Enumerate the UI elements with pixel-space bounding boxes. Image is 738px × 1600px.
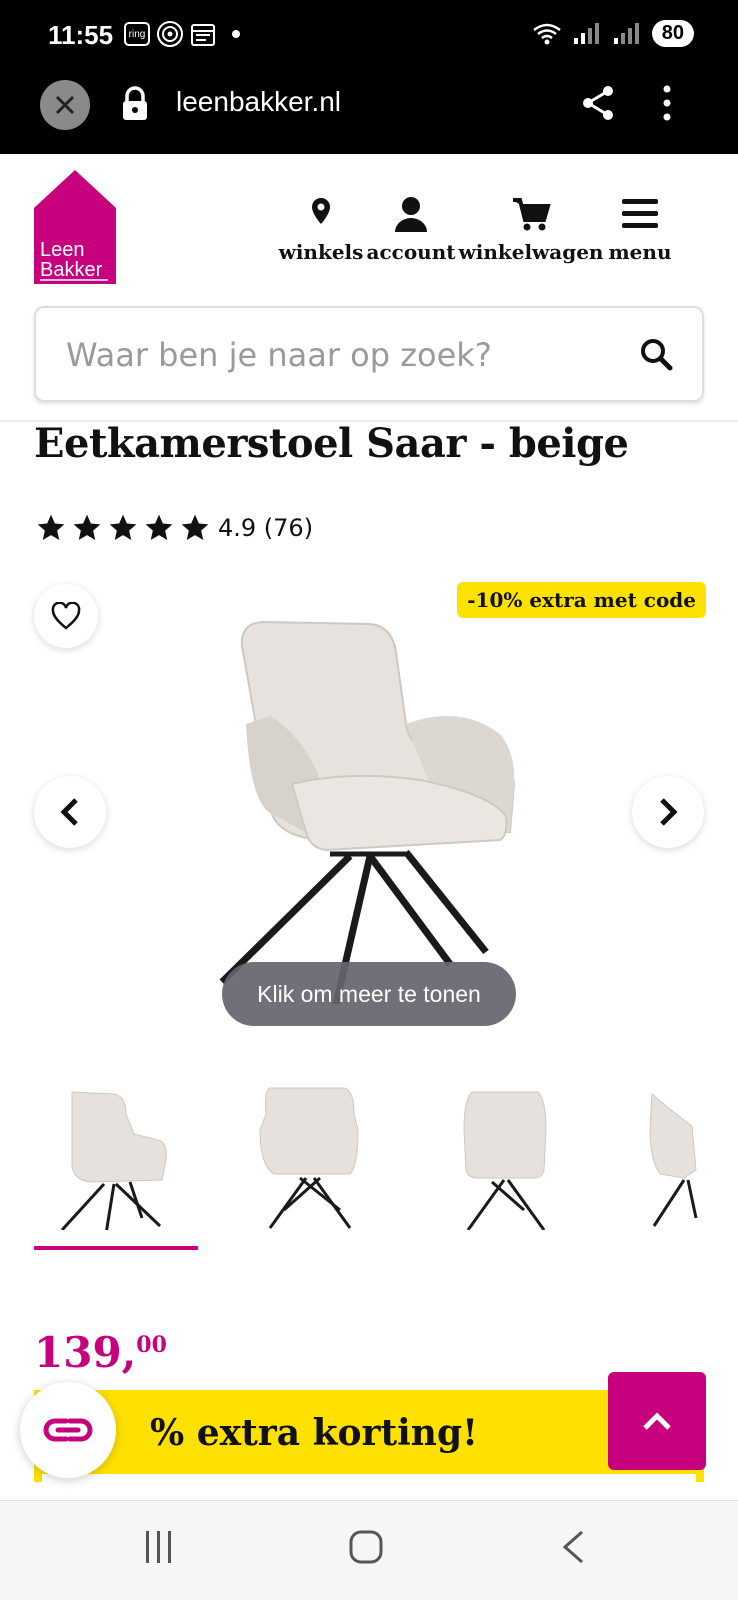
notification-icons: ring — [124, 20, 240, 48]
menu-icon — [622, 199, 658, 228]
search-box — [34, 306, 704, 402]
gallery-next-button[interactable] — [632, 776, 704, 848]
nav-menu-label: menu — [608, 240, 672, 264]
close-tab-button[interactable] — [40, 80, 90, 130]
discount-banner[interactable]: % extra korting! — [34, 1390, 704, 1484]
notification-dot — [232, 30, 240, 38]
clock: 11:55 — [48, 20, 114, 50]
thumbnail-strip — [34, 1070, 704, 1250]
user-icon — [395, 197, 427, 232]
thumbnail-2[interactable] — [230, 1070, 390, 1250]
more-vert-icon[interactable] — [662, 84, 672, 122]
price-main: 139, — [34, 1328, 137, 1377]
wifi-icon — [532, 23, 561, 44]
ring-app-icon: ring — [124, 22, 150, 46]
heart-icon — [51, 602, 81, 630]
thumbnail-image — [259, 1087, 359, 1229]
discount-banner-inner — [42, 1474, 696, 1484]
header-nav: winkels account winkelwagen menu — [278, 194, 672, 264]
home-icon[interactable] — [348, 1529, 384, 1565]
nav-account[interactable]: account — [366, 194, 456, 264]
product-gallery[interactable]: -10% extra met code Klik om meer te tone… — [0, 574, 738, 1044]
recent-apps-icon[interactable] — [144, 1529, 174, 1565]
thumbnail-1[interactable] — [34, 1070, 198, 1250]
nav-stores-label: winkels — [278, 240, 364, 264]
system-nav-bar — [0, 1500, 738, 1600]
price-cents: 00 — [136, 1332, 167, 1358]
favorite-button[interactable] — [34, 584, 98, 648]
star-icon — [181, 514, 209, 540]
calendar-icon — [191, 24, 215, 46]
star-icon — [73, 514, 101, 540]
battery-indicator: 80 — [651, 20, 694, 47]
nav-menu[interactable]: menu — [608, 194, 672, 264]
nav-cart-label: winkelwagen — [458, 240, 604, 264]
thumbnail-3[interactable] — [426, 1070, 586, 1250]
product-title: Eetkamerstoel Saar - beige — [34, 420, 629, 467]
fingerprint-icon — [157, 21, 183, 47]
star-icon — [145, 514, 173, 540]
search-input[interactable] — [66, 330, 626, 380]
show-more-button[interactable]: Klik om meer te tonen — [222, 962, 516, 1026]
chevron-left-icon — [60, 798, 78, 826]
url-field[interactable]: leenbakker.nl — [176, 86, 341, 118]
chat-widget-button[interactable] — [20, 1382, 116, 1478]
status-bar: 11:55 ring 80 — [0, 0, 738, 72]
close-icon — [55, 95, 75, 115]
thumbnail-4[interactable] — [640, 1070, 704, 1250]
product-rating[interactable]: 4.9 (76) — [34, 512, 313, 544]
back-icon[interactable] — [560, 1529, 586, 1565]
lock-icon — [123, 86, 147, 120]
thumbnail-image — [60, 1091, 167, 1235]
star-icon — [37, 514, 65, 540]
logo-text-bakker: Bakker — [40, 259, 103, 281]
chevron-right-icon — [660, 798, 678, 826]
signal-icon-2 — [613, 22, 639, 44]
site-header: Leen Bakker winkels account winkelwagen … — [0, 154, 738, 416]
nav-stores[interactable]: winkels — [278, 194, 364, 264]
scroll-to-top-button[interactable] — [608, 1372, 706, 1470]
rating-value: 4.9 (76) — [218, 514, 314, 542]
nav-cart[interactable]: winkelwagen — [459, 194, 603, 264]
thumbnail-image — [649, 1092, 698, 1227]
search-icon[interactable] — [638, 336, 674, 372]
logo-text-leen: Leen — [40, 239, 85, 261]
gallery-prev-button[interactable] — [34, 776, 106, 848]
link-icon — [43, 1418, 93, 1442]
leen-bakker-logo[interactable]: Leen Bakker — [32, 168, 118, 288]
rating-stars — [34, 512, 212, 544]
thumbnail-image — [463, 1091, 547, 1231]
star-icon — [109, 514, 137, 540]
browser-toolbar: leenbakker.nl — [0, 72, 738, 154]
discount-banner-text: % extra korting! — [150, 1412, 478, 1454]
cart-icon — [513, 198, 551, 231]
nav-account-label: account — [366, 240, 456, 264]
map-pin-icon — [312, 198, 330, 224]
share-icon[interactable] — [580, 84, 616, 122]
signal-icon — [573, 22, 599, 44]
product-price: 139, 00 — [34, 1328, 167, 1377]
chevron-up-icon — [643, 1412, 671, 1430]
product-image[interactable] — [210, 604, 530, 1024]
